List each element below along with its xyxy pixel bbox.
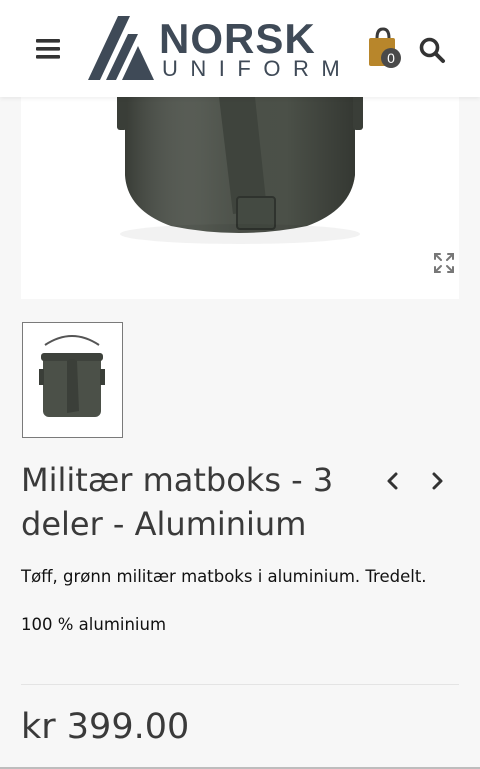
product-thumbnail[interactable] [22,322,123,438]
product-description: Tøff, grønn militær matboks i aluminium.… [21,567,427,586]
site-header: NORSK UNIFORM 0 [0,0,480,97]
logo-mark-icon [88,16,154,80]
search-icon[interactable] [418,36,446,64]
cart-count-badge: 0 [381,48,401,68]
logo-subtitle: UNIFORM [162,56,353,81]
product-price: kr 399.00 [21,707,190,747]
chevron-left-icon[interactable] [382,470,404,492]
logo-title: NORSK [159,15,316,62]
product-material: 100 % aluminium [21,615,167,634]
chevron-right-icon[interactable] [426,470,448,492]
thumbnail-image [39,335,105,417]
hamburger-menu-icon[interactable] [34,36,62,62]
expand-icon[interactable] [432,251,456,275]
product-title: Militær matboks - 3 deler - Aluminium [21,461,334,543]
site-logo[interactable]: NORSK UNIFORM [88,16,340,82]
divider [21,684,459,685]
